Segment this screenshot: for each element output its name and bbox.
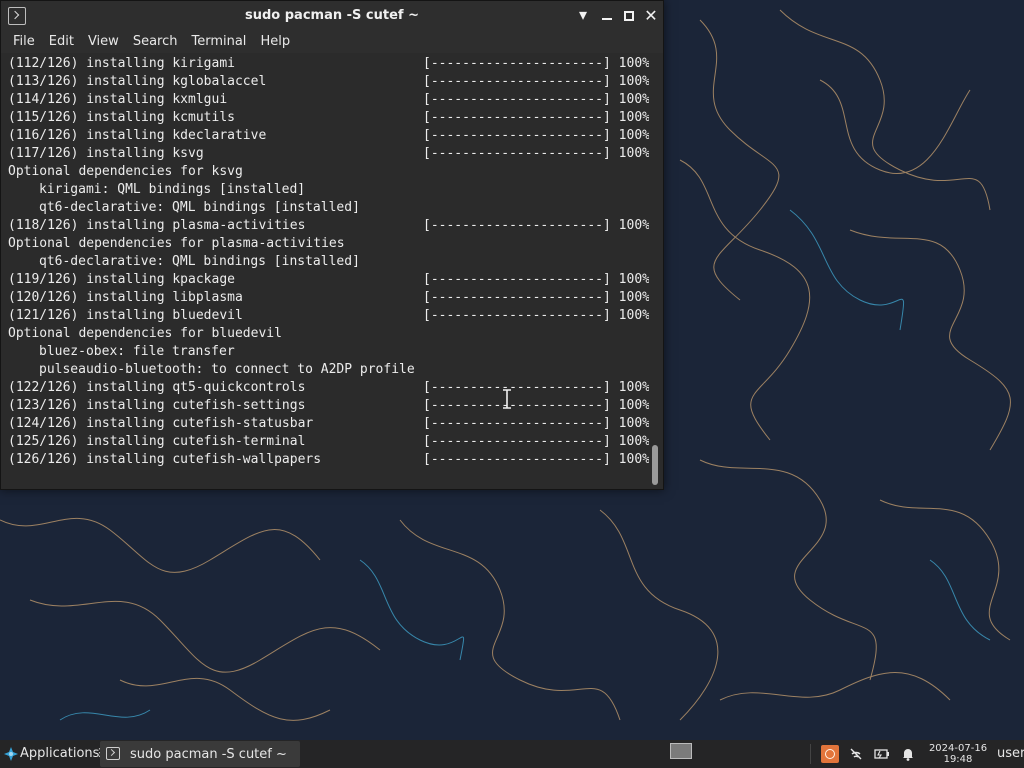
progress-indicator: [----------------------] 100% bbox=[423, 290, 649, 305]
tray-divider bbox=[810, 744, 811, 764]
terminal-line-text: (124/126) installing cutefish-statusbar bbox=[8, 416, 314, 431]
menu-view[interactable]: View bbox=[81, 31, 126, 53]
progress-indicator: [----------------------] 100% bbox=[423, 110, 649, 125]
progress-indicator: [----------------------] 100% bbox=[423, 416, 649, 431]
cutefish-logo-icon bbox=[4, 747, 18, 761]
applications-label: Applications bbox=[20, 746, 100, 761]
terminal-line: (118/126) installing plasma-activities [-… bbox=[8, 217, 649, 235]
menu-help[interactable]: Help bbox=[253, 31, 297, 53]
notification-bell-icon[interactable] bbox=[900, 746, 916, 762]
clock[interactable]: 2024-07-16 19:48 bbox=[926, 743, 990, 765]
progress-indicator: [----------------------] 100% bbox=[423, 92, 649, 107]
terminal-line: (114/126) installing kxmlgui [-----------… bbox=[8, 91, 649, 109]
terminal-line-text: bluez-obex: file transfer bbox=[39, 344, 235, 359]
progress-indicator: [----------------------] 100% bbox=[423, 398, 649, 413]
terminal-line-text: Optional dependencies for ksvg bbox=[8, 164, 243, 179]
terminal-line: Optional dependencies for bluedevil bbox=[8, 325, 415, 343]
terminal-line: qt6-declarative: QML bindings [installed… bbox=[8, 253, 415, 271]
progress-indicator: [----------------------] 100% bbox=[423, 218, 649, 233]
terminal-line: (112/126) installing kirigami [----------… bbox=[8, 55, 649, 73]
progress-indicator: [----------------------] 100% bbox=[423, 434, 649, 449]
clock-date: 2024-07-16 bbox=[928, 743, 988, 754]
terminal-line: bluez-obex: file transfer bbox=[8, 343, 415, 361]
terminal-line-text: (119/126) installing kpackage bbox=[8, 272, 235, 287]
terminal-line-text: (118/126) installing plasma-activities bbox=[8, 218, 306, 233]
terminal-line-text: (121/126) installing bluedevil bbox=[8, 308, 243, 323]
terminal-line: (123/126) installing cutefish-settings [-… bbox=[8, 397, 649, 415]
terminal-line-text: Optional dependencies for bluedevil bbox=[8, 326, 282, 341]
terminal-line-text: (123/126) installing cutefish-settings bbox=[8, 398, 306, 413]
task-label: sudo pacman -S cutef ~ bbox=[130, 747, 287, 762]
terminal-line: Optional dependencies for plasma-activit… bbox=[8, 235, 415, 253]
terminal-line-text: pulseaudio-bluetooth: to connect to A2DP… bbox=[39, 362, 415, 377]
progress-indicator: [----------------------] 100% bbox=[423, 128, 649, 143]
terminal-lines: (112/126) installing kirigami [----------… bbox=[8, 55, 649, 469]
task-terminal-button[interactable]: sudo pacman -S cutef ~ bbox=[100, 741, 300, 767]
window-title: sudo pacman -S cutef ~ bbox=[245, 8, 419, 23]
text-cursor-icon bbox=[503, 389, 511, 409]
progress-indicator: [----------------------] 100% bbox=[423, 308, 649, 323]
terminal-line: (117/126) installing ksvg [--------------… bbox=[8, 145, 649, 163]
progress-indicator: [----------------------] 100% bbox=[423, 380, 649, 395]
terminal-window[interactable]: sudo pacman -S cutef ~ ▾ ✕ File Edit Vie… bbox=[0, 0, 664, 490]
minimize-icon bbox=[602, 18, 612, 20]
terminal-line-text: (113/126) installing kglobalaccel bbox=[8, 74, 267, 89]
terminal-line-text: (122/126) installing qt5-quickcontrols bbox=[8, 380, 306, 395]
battery-icon[interactable] bbox=[874, 746, 890, 762]
terminal-line-text: (116/126) installing kdeclarative bbox=[8, 128, 267, 143]
progress-indicator: [----------------------] 100% bbox=[423, 272, 649, 287]
terminal-line: (122/126) installing qt5-quickcontrols [-… bbox=[8, 379, 649, 397]
progress-indicator: [----------------------] 100% bbox=[423, 452, 649, 467]
minimize-button[interactable] bbox=[598, 6, 616, 26]
terminal-line: (115/126) installing kcmutils [----------… bbox=[8, 109, 649, 127]
terminal-line-text: (126/126) installing cutefish-wallpapers bbox=[8, 452, 322, 467]
maximize-button[interactable] bbox=[621, 6, 639, 26]
clock-time: 19:48 bbox=[943, 754, 973, 765]
terminal-line-text: (114/126) installing kxmlgui bbox=[8, 92, 228, 107]
terminal-line: (124/126) installing cutefish-statusbar [… bbox=[8, 415, 649, 433]
menu-search[interactable]: Search bbox=[126, 31, 185, 53]
terminal-line-text: (112/126) installing kirigami bbox=[8, 56, 235, 71]
window-titlebar[interactable]: sudo pacman -S cutef ~ ▾ ✕ bbox=[1, 1, 663, 31]
menu-bar: File Edit View Search Terminal Help bbox=[1, 31, 663, 53]
taskbar: Applications ⋮ sudo pacman -S cutef ~ 20… bbox=[0, 740, 1024, 768]
terminal-line: (119/126) installing kpackage [----------… bbox=[8, 271, 649, 289]
menu-edit[interactable]: Edit bbox=[42, 31, 81, 53]
workspace-switcher[interactable] bbox=[670, 743, 692, 759]
terminal-line-text: qt6-declarative: QML bindings [installed… bbox=[39, 254, 360, 269]
terminal-line-text: (125/126) installing cutefish-terminal bbox=[8, 434, 306, 449]
terminal-line: (113/126) installing kglobalaccel [------… bbox=[8, 73, 649, 91]
window-menu-button[interactable]: ▾ bbox=[574, 6, 592, 26]
menu-terminal[interactable]: Terminal bbox=[184, 31, 253, 53]
terminal-line: kirigami: QML bindings [installed] bbox=[8, 181, 415, 199]
progress-indicator: [----------------------] 100% bbox=[423, 56, 649, 71]
menu-file[interactable]: File bbox=[1, 31, 42, 53]
terminal-line: Optional dependencies for ksvg bbox=[8, 163, 415, 181]
network-disconnected-icon[interactable] bbox=[848, 746, 864, 762]
terminal-line: qt6-declarative: QML bindings [installed… bbox=[8, 199, 415, 217]
applications-menu-button[interactable]: Applications bbox=[0, 740, 100, 768]
terminal-line-text: qt6-declarative: QML bindings [installed… bbox=[39, 200, 360, 215]
user-label[interactable]: user bbox=[997, 746, 1024, 761]
terminal-line: (126/126) installing cutefish-wallpapers… bbox=[8, 451, 649, 469]
terminal-line: (120/126) installing libplasma [---------… bbox=[8, 289, 649, 307]
terminal-line: (121/126) installing bluedevil [---------… bbox=[8, 307, 649, 325]
terminal-line-text: Optional dependencies for plasma-activit… bbox=[8, 236, 345, 251]
terminal-output[interactable]: (112/126) installing kirigami [----------… bbox=[1, 54, 649, 489]
terminal-line-text: (120/126) installing libplasma bbox=[8, 290, 243, 305]
terminal-line-text: (117/126) installing ksvg bbox=[8, 146, 204, 161]
update-notifier-icon[interactable] bbox=[821, 745, 839, 763]
terminal-line: pulseaudio-bluetooth: to connect to A2DP… bbox=[8, 361, 415, 379]
maximize-icon bbox=[624, 11, 634, 21]
progress-indicator: [----------------------] 100% bbox=[423, 146, 649, 161]
terminal-line: (116/126) installing kdeclarative [------… bbox=[8, 127, 649, 145]
progress-indicator: [----------------------] 100% bbox=[423, 74, 649, 89]
terminal-line-text: kirigami: QML bindings [installed] bbox=[39, 182, 306, 197]
terminal-task-icon bbox=[106, 747, 120, 760]
terminal-scrollbar[interactable] bbox=[649, 54, 661, 489]
scrollbar-thumb[interactable] bbox=[652, 445, 658, 485]
terminal-line: (125/126) installing cutefish-terminal [-… bbox=[8, 433, 649, 451]
close-button[interactable]: ✕ bbox=[642, 6, 660, 26]
terminal-line-text: (115/126) installing kcmutils bbox=[8, 110, 235, 125]
